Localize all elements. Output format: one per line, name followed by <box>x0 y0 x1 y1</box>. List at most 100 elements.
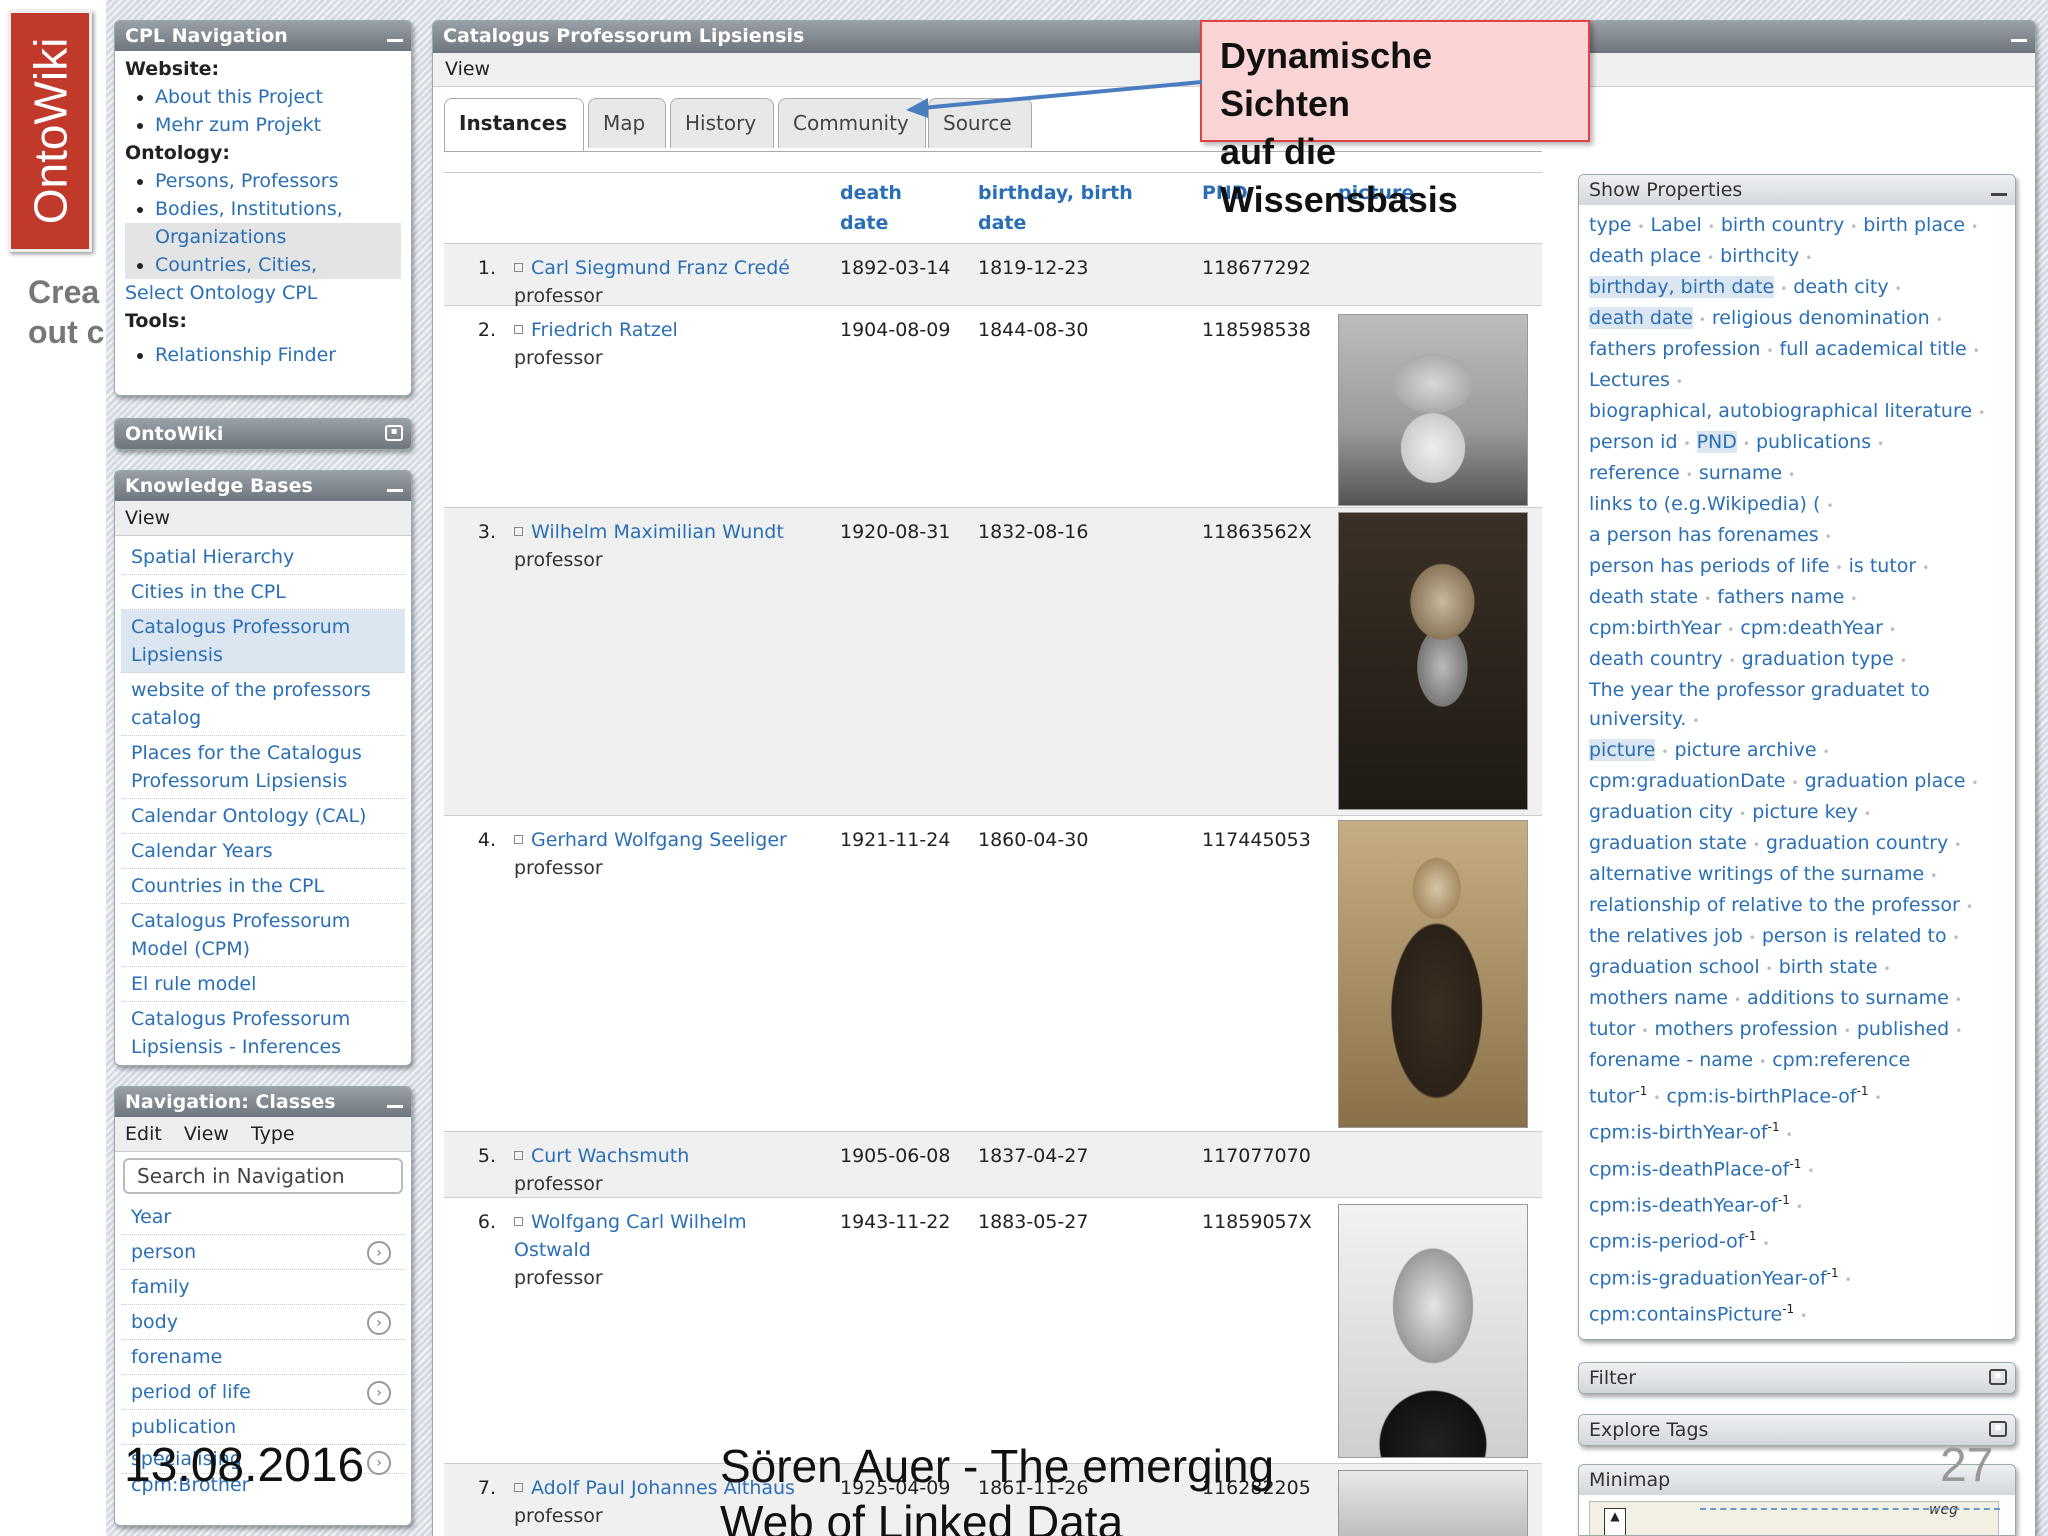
expand-icon[interactable]: ▪ <box>1989 1369 2007 1385</box>
property-link[interactable]: cpm:is-period-of <box>1589 1231 1745 1253</box>
property-link[interactable]: birthcity <box>1720 245 1799 267</box>
property-link[interactable]: death country <box>1589 648 1723 670</box>
property-link[interactable]: birth country <box>1721 214 1844 236</box>
property-link[interactable]: is tutor <box>1849 555 1917 577</box>
property-link[interactable]: death date <box>1589 307 1693 329</box>
property-link[interactable]: surname <box>1699 462 1782 484</box>
edit-menu[interactable]: Edit <box>125 1123 162 1145</box>
property-link[interactable]: links to (e.g.Wikipedia) ( <box>1589 493 1820 515</box>
property-link[interactable]: Lectures <box>1589 369 1670 391</box>
property-link[interactable]: tutor <box>1589 1085 1635 1107</box>
resource-link[interactable]: Friedrich Ratzel <box>514 316 814 344</box>
property-link[interactable]: graduation country <box>1766 832 1948 854</box>
countries-link[interactable]: Countries, Cities, <box>125 251 401 279</box>
nav-item-body[interactable]: body › <box>121 1305 405 1340</box>
property-link[interactable]: birth place <box>1863 214 1965 236</box>
tab-instances[interactable]: Instances <box>444 98 584 151</box>
bodies-link[interactable]: Bodies, Institutions, <box>125 195 401 223</box>
property-link[interactable]: death place <box>1589 245 1701 267</box>
property-link[interactable]: picture key <box>1752 801 1858 823</box>
nav-item-family[interactable]: family <box>121 1270 405 1305</box>
tab-map[interactable]: Map <box>588 98 666 148</box>
select-ontology-link[interactable]: Select Ontology CPL <box>125 279 401 307</box>
property-link[interactable]: person has periods of life <box>1589 555 1830 577</box>
relationship-finder-link[interactable]: Relationship Finder <box>125 341 401 369</box>
property-link[interactable]: type <box>1589 214 1631 236</box>
minimize-icon[interactable] <box>387 30 403 42</box>
resource-name-cont[interactable]: Ostwald <box>514 1236 814 1264</box>
nav-item-person[interactable]: person › <box>121 1235 405 1270</box>
expand-icon[interactable]: ▪ <box>1989 1421 2007 1437</box>
expand-arrow-icon[interactable]: › <box>367 1241 391 1265</box>
ontowiki-header[interactable]: OntoWiki ▪ <box>115 419 411 449</box>
organizations-link[interactable]: Organizations <box>125 223 401 251</box>
property-link[interactable]: person id <box>1589 431 1678 453</box>
map-zoom-icon[interactable]: ▲ <box>1604 1508 1626 1535</box>
property-link[interactable]: relationship of relative to the professo… <box>1589 894 1960 916</box>
property-link[interactable]: cpm:deathYear <box>1740 617 1883 639</box>
property-link[interactable]: graduation school <box>1589 956 1760 978</box>
property-link[interactable]: a person has forenames <box>1589 524 1819 546</box>
property-link[interactable]: full academical title <box>1780 338 1967 360</box>
property-link[interactable]: cpm:is-birthPlace-of <box>1666 1085 1856 1107</box>
minimize-icon[interactable] <box>387 480 403 492</box>
property-link[interactable]: mothers name <box>1589 987 1728 1009</box>
kb-item-selected[interactable]: Catalogus Professorum Lipsiensis <box>121 610 405 673</box>
filter-header[interactable]: Filter ▪ <box>1579 1363 2015 1393</box>
property-link[interactable]: cpm:graduationDate <box>1589 770 1786 792</box>
property-link[interactable]: person is related to <box>1762 925 1947 947</box>
property-link[interactable]: graduation place <box>1805 770 1966 792</box>
property-link[interactable]: published <box>1857 1018 1949 1040</box>
resource-link[interactable]: Wilhelm Maximilian Wundt <box>514 518 814 546</box>
expand-arrow-icon[interactable]: › <box>367 1311 391 1335</box>
property-link[interactable]: mothers profession <box>1654 1018 1837 1040</box>
resource-link[interactable]: Carl Siegmund Franz Credé <box>514 254 814 282</box>
property-link[interactable]: fathers profession <box>1589 338 1760 360</box>
view-menu[interactable]: View <box>184 1123 229 1145</box>
property-link[interactable]: cpm:reference <box>1772 1049 1910 1071</box>
kb-item[interactable]: Catalogus Professorum Lipsiensis - Infer… <box>121 1002 405 1064</box>
property-link[interactable]: death state <box>1589 586 1698 608</box>
property-link[interactable]: reference <box>1589 462 1680 484</box>
kb-view-menu[interactable]: View <box>115 501 411 536</box>
property-link[interactable]: PND <box>1696 431 1737 453</box>
property-link[interactable]: forename - name <box>1589 1049 1753 1071</box>
header-death-date[interactable]: death date <box>840 178 902 238</box>
resource-link[interactable]: Wolfgang Carl Wilhelm <box>514 1208 814 1236</box>
tab-history[interactable]: History <box>670 98 774 148</box>
kb-item[interactable]: Catalogus Professorum Model (CPM) <box>121 904 405 967</box>
property-link[interactable]: tutor <box>1589 1018 1635 1040</box>
property-link[interactable]: additions to surname <box>1747 987 1949 1009</box>
minimize-icon[interactable] <box>1991 184 2007 196</box>
kb-item[interactable]: Calendar Ontology (CAL) <box>121 799 405 834</box>
property-link[interactable]: cpm:birthYear <box>1589 617 1721 639</box>
expand-arrow-icon[interactable]: › <box>367 1381 391 1405</box>
expand-icon[interactable]: ▪ <box>385 425 403 441</box>
property-link[interactable]: death city <box>1793 276 1888 298</box>
property-link[interactable]: fathers name <box>1717 586 1844 608</box>
expand-arrow-icon[interactable]: › <box>367 1451 391 1475</box>
property-link[interactable]: cpm:is-deathYear-of <box>1589 1194 1778 1216</box>
property-link[interactable]: cpm:is-birthYear-of <box>1589 1122 1768 1144</box>
nav-item-year[interactable]: Year <box>121 1200 405 1235</box>
kb-item[interactable]: Calendar Years <box>121 834 405 869</box>
property-link[interactable]: publications <box>1756 431 1871 453</box>
mehr-projekt-link[interactable]: Mehr zum Projekt <box>125 111 401 139</box>
nav-item-period[interactable]: period of life › <box>121 1375 405 1410</box>
property-link[interactable]: religious denomination <box>1712 307 1930 329</box>
property-link[interactable]: Label <box>1651 214 1702 236</box>
kb-item[interactable]: Places for the Catalogus Professorum Lip… <box>121 736 405 799</box>
type-menu[interactable]: Type <box>251 1123 295 1145</box>
property-link[interactable]: picture archive <box>1674 739 1816 761</box>
persons-link[interactable]: Persons, Professors <box>125 167 401 195</box>
minimize-icon[interactable] <box>387 1096 403 1108</box>
property-link[interactable]: The year the professor graduatet to <box>1589 679 1930 701</box>
property-link[interactable]: the relatives job <box>1589 925 1743 947</box>
minimize-icon[interactable] <box>2011 30 2027 42</box>
property-link[interactable]: cpm:is-graduationYear-of <box>1589 1267 1827 1289</box>
property-link[interactable]: university. <box>1589 708 1686 730</box>
property-link[interactable]: alternative writings of the surname <box>1589 863 1924 885</box>
property-link[interactable]: biographical, autobiographical literatur… <box>1589 400 1972 422</box>
nav-item-forename[interactable]: forename <box>121 1340 405 1375</box>
kb-item[interactable]: Cities in the CPL <box>121 575 405 610</box>
